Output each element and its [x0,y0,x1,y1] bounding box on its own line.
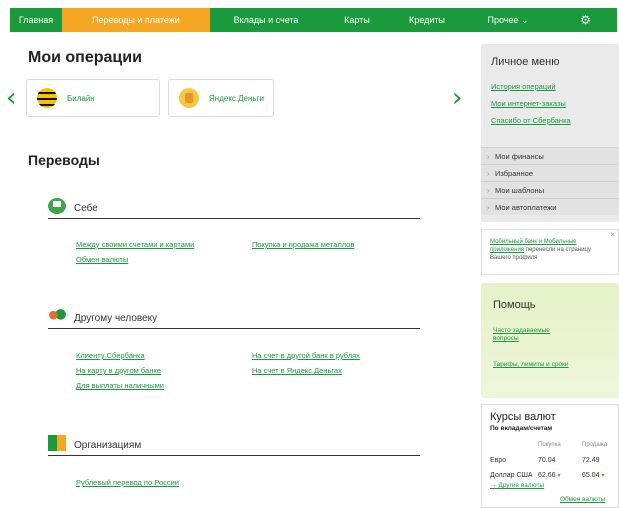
link-ruble-transfer-russia[interactable]: Рублевый перевод по России [76,478,179,487]
rates-other-currencies-link[interactable]: → Другие валюты [490,482,544,489]
personal-menu-title: Личное меню [491,56,560,68]
menu-section-favorites[interactable]: Избранное [481,164,619,182]
group-header-other-person: Другому человеку [48,308,420,329]
group-label-organizations: Организациям [74,440,142,451]
rates-buy-value: 70.04 [538,457,556,464]
top-navigation: Главная Переводы и платежи Вклады и счет… [10,8,617,32]
rates-sell-value: 72.49 [582,457,600,464]
operation-card-beeline[interactable]: Билайн [26,79,160,117]
operation-card-label: Билайн [67,93,95,103]
operation-card-yandex-money[interactable]: Яндекс.Деньги [168,79,274,117]
link-other-bank-rubles[interactable]: На счет в другой банк в рублях [252,351,360,360]
rates-title: Курсы валют [490,411,556,423]
building-icon [48,435,66,451]
menu-section-finances[interactable]: Мои финансы [481,147,619,165]
personal-menu: Личное меню История операций Мои интерне… [481,44,619,222]
link-currency-exchange[interactable]: Обмен валюты [76,255,128,264]
menu-section-autopayments[interactable]: Мои автоплатежи [481,198,619,216]
group-label-other-person: Другому человеку [74,313,158,324]
yandex-money-logo-icon [179,88,199,108]
nav-transfers-payments[interactable]: Переводы и платежи [62,8,210,32]
section-title-transfers: Переводы [28,152,100,168]
nav-deposits-accounts[interactable]: Вклады и счета [210,8,322,32]
page-title: Мои операции [28,49,142,66]
sidebar: Личное меню История операций Мои интерне… [481,44,619,222]
link-between-own-accounts[interactable]: Между своими счетами и картами [76,240,194,249]
nav-home[interactable]: Главная [10,8,62,32]
rates-subtitle: По вкладам/счетам [490,425,553,432]
rates-exchange-link[interactable]: Обмен валюты [560,496,605,503]
nav-other[interactable]: Прочее ⌄ [462,8,554,32]
arrow-down-icon: ▾ [557,473,561,479]
group-header-organizations: Организациям [48,435,420,456]
chevron-right-icon[interactable]: › [452,85,462,111]
group-header-self: Себе [48,198,420,219]
beeline-logo-icon [37,88,57,108]
help-box: Помощь Часто задаваемые вопросы Тарифы, … [481,283,619,398]
group-label-self: Себе [74,203,98,214]
operation-card-label: Яндекс.Деньги [209,93,264,103]
rates-buy-value: 62.66 [538,472,556,479]
rates-sell-cell: 65.04 ▾ [582,472,605,479]
currency-rates: Курсы валют По вкладам/счетам Покупка Пр… [481,404,619,508]
rates-buy-cell: 62.66 ▾ [538,472,561,479]
nav-credits[interactable]: Кредиты [392,8,462,32]
rates-currency-name: Евро [490,457,507,464]
link-sberbank-client[interactable]: Клиенту Сбербанка [76,351,145,360]
help-link-tariffs[interactable]: Тарифы, лимиты и сроки [493,361,573,369]
promo-notice: × Мобильный банк и Мобильные приложения … [481,229,619,275]
menu-section-templates[interactable]: Мои шаблоны [481,181,619,199]
rates-col-buy: Покупка [538,442,561,448]
rates-col-sell: Продажа [582,442,608,448]
people-icon [48,308,66,324]
gear-icon[interactable]: ⚙ [554,8,617,32]
help-link-faq[interactable]: Часто задаваемые вопросы [493,327,573,343]
link-metals-trade[interactable]: Покупка и продажа металлов [252,240,354,249]
rates-other-currencies-label: Другие валюты [498,482,545,489]
help-title: Помощь [493,299,536,311]
link-cash-payout[interactable]: Для выплаты наличными [76,381,164,390]
close-icon[interactable]: × [610,231,615,239]
chevron-left-icon[interactable]: ‹ [6,85,16,111]
arrow-down-icon: ▾ [601,473,605,479]
menu-link-history[interactable]: История операций [491,82,556,91]
rates-sell-value: 65.04 [582,472,600,479]
link-card-other-bank[interactable]: На карту в другом банке [76,366,161,375]
link-yandex-money-account[interactable]: На счет в Яндекс.Деньгах [252,366,342,375]
nav-cards[interactable]: Карты [322,8,392,32]
menu-link-orders[interactable]: Мои интернет-заказы [491,99,566,108]
menu-link-spasibo[interactable]: Спасибо от Сбербанка [491,116,571,125]
wallet-icon [48,198,66,214]
rates-currency-name: Доллар США [490,472,533,479]
